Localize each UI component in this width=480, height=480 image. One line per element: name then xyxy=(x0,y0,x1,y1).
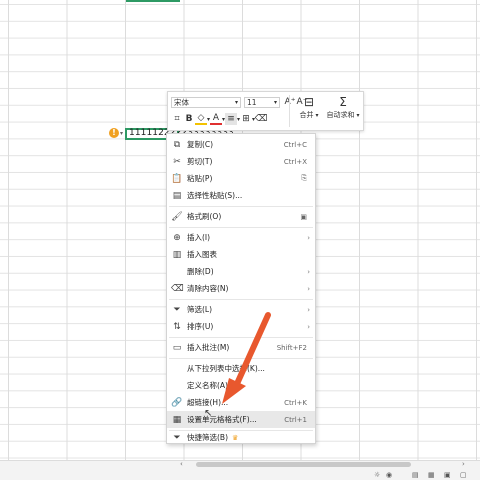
page-break-icon[interactable]: ▣ xyxy=(444,471,451,479)
page-layout-icon[interactable]: ▦ xyxy=(428,471,435,479)
view-mode-icon[interactable]: ☼ xyxy=(374,471,380,479)
mouse-cursor-icon: ↖ xyxy=(204,408,213,419)
status-bar xyxy=(0,470,480,480)
arrow-head xyxy=(222,378,246,404)
annotation-arrow xyxy=(222,312,271,404)
eye-icon[interactable]: ◉ xyxy=(386,471,392,479)
normal-view-icon[interactable]: ▤ xyxy=(412,471,419,479)
arrow-shaft xyxy=(233,312,271,389)
scrollbar-thumb[interactable] xyxy=(196,462,411,467)
reading-view-icon[interactable]: ▢ xyxy=(460,471,467,479)
scroll-left-icon[interactable]: ‹ xyxy=(180,460,183,468)
scroll-right-icon[interactable]: › xyxy=(462,460,465,468)
